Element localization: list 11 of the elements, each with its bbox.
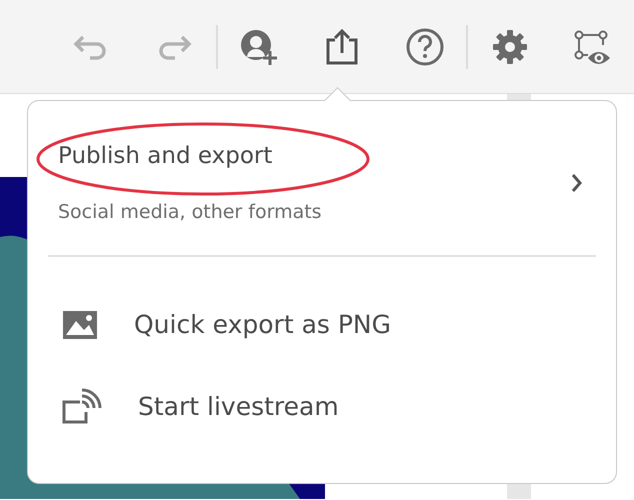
menu-item-label: Start livestream [138, 392, 339, 420]
image-icon [62, 308, 98, 340]
livestream-icon [62, 388, 102, 424]
publish-menu-item[interactable]: Publish and export Social media, other formats [48, 121, 596, 241]
help-icon [404, 26, 445, 66]
livestream-menu-item[interactable]: Start livestream [48, 377, 596, 435]
export-png-menu-item[interactable]: Quick export as PNG [48, 295, 596, 353]
menu-item-description: Social media, other formats [58, 201, 322, 223]
menu-item-title: Publish and export [58, 143, 274, 169]
chevron-right-icon [570, 172, 584, 194]
menu-item-label: Quick export as PNG [134, 310, 392, 338]
